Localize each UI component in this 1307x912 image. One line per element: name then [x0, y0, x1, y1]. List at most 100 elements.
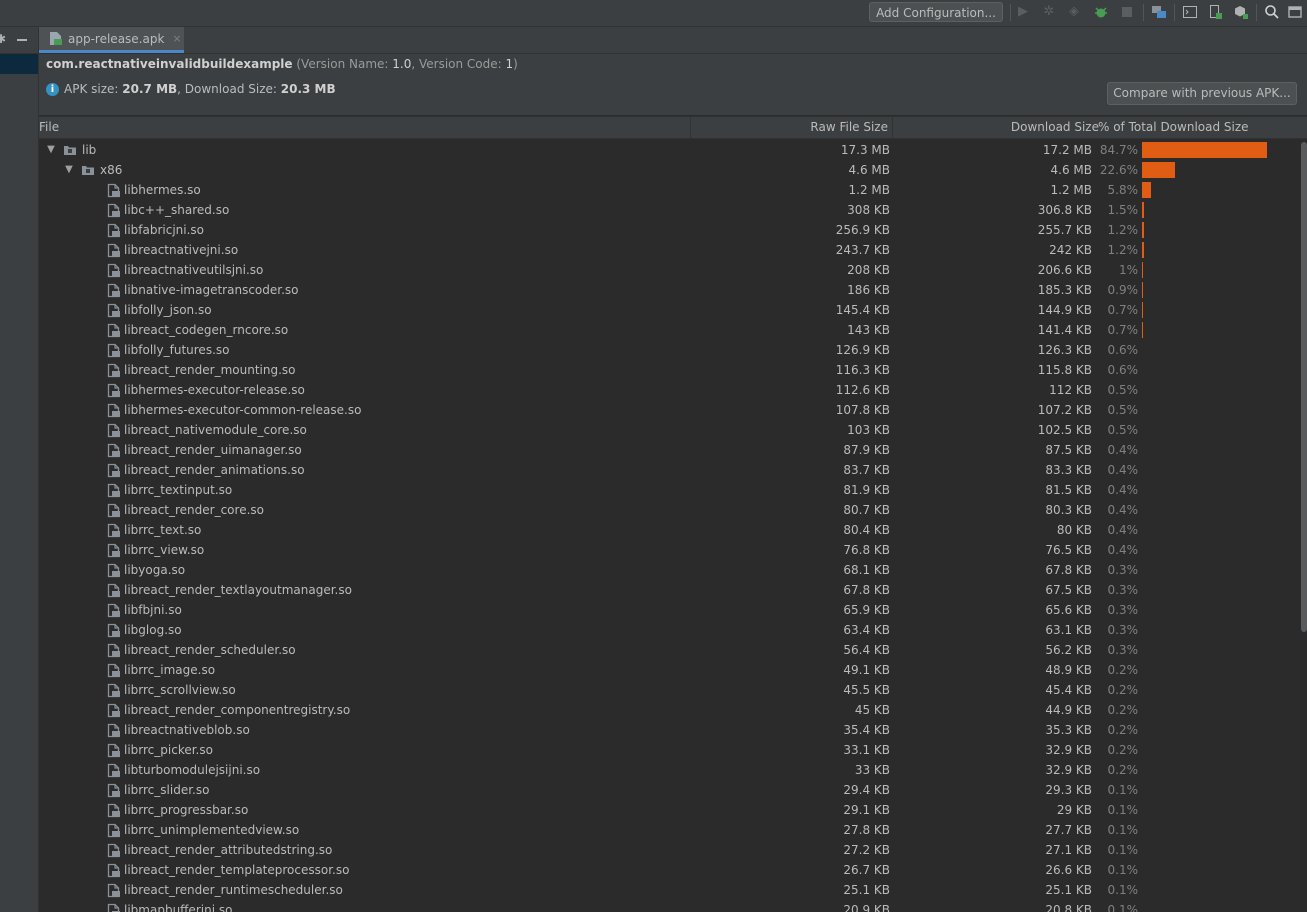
file-name: librrc_progressbar.so [124, 803, 249, 817]
raw-file-size: 33 KB [854, 763, 890, 777]
settings-icon[interactable] [1287, 4, 1303, 20]
library-file-icon [107, 303, 121, 318]
tree-file-row[interactable]: libreact_render_templateprocessor.so 26.7… [39, 860, 1301, 880]
tree-file-row[interactable]: libreact_render_animations.so 83.7 KB 83.3… [39, 460, 1301, 480]
download-percent: 0.5% [1107, 423, 1139, 437]
tree-file-row[interactable]: libc++_shared.so 308 KB 306.8 KB 1.5% [39, 200, 1301, 220]
tree-file-row[interactable]: libfolly_futures.so 126.9 KB 126.3 KB 0.6% [39, 340, 1301, 360]
download-size: 20.8 KB [1045, 903, 1092, 912]
raw-file-size: 17.3 MB [840, 143, 890, 157]
tree-file-row[interactable]: libreact_render_mounting.so 116.3 KB 115.8… [39, 360, 1301, 380]
tree-file-row[interactable]: libreact_nativemodule_core.so 103 KB 102.5… [39, 420, 1301, 440]
tree-file-row[interactable]: libhermes-executor-common-release.so 107.… [39, 400, 1301, 420]
tree-file-row[interactable]: libreact_render_core.so 80.7 KB 80.3 KB 0.4… [39, 500, 1301, 520]
tree-file-row[interactable]: libreactnativeutilsjni.so 208 KB 206.6 KB 1… [39, 260, 1301, 280]
tree-file-row[interactable]: libfolly_json.so 145.4 KB 144.9 KB 0.7% [39, 300, 1301, 320]
tree-file-row[interactable]: libreact_render_runtimescheduler.so 25.1 … [39, 880, 1301, 900]
file-name: libreact_render_uimanager.so [124, 443, 302, 457]
tree-file-row[interactable]: libreact_render_scheduler.so 56.4 KB 56.2 … [39, 640, 1301, 660]
coverage-icon[interactable]: ◈ [1066, 4, 1082, 20]
sdk-manager-icon[interactable] [1233, 4, 1249, 20]
run-icon[interactable]: ▶ [1015, 4, 1031, 20]
toolbar-separator [1256, 4, 1257, 21]
debug-icon[interactable]: ✲ [1041, 4, 1057, 20]
column-header-file[interactable]: File [39, 117, 59, 138]
tree-file-row[interactable]: librrc_picker.so 33.1 KB 32.9 KB 0.2% [39, 740, 1301, 760]
column-header-raw-size[interactable]: Raw File Size [690, 117, 892, 138]
compare-with-previous-apk-button[interactable]: Compare with previous APK... [1107, 82, 1297, 105]
tree-file-row[interactable]: libreact_codegen_rncore.so 143 KB 141.4 KB… [39, 320, 1301, 340]
download-percent: 22.6% [1099, 163, 1138, 177]
download-percent: 0.1% [1107, 783, 1139, 797]
file-name: libyoga.so [124, 563, 186, 577]
library-file-icon [107, 803, 121, 818]
tree-file-row[interactable]: libreact_render_attributedstring.so 27.2 … [39, 840, 1301, 860]
tree-file-row[interactable]: librrc_scrollview.so 45.5 KB 45.4 KB 0.2% [39, 680, 1301, 700]
tree-file-row[interactable]: libmapbufferjni.so 20.9 KB 20.8 KB 0.1% [39, 900, 1301, 912]
file-name: librrc_scrollview.so [124, 683, 236, 697]
library-file-icon [107, 623, 121, 638]
toolbar-separator [1143, 4, 1144, 21]
download-size-label: , Download Size: [177, 82, 277, 96]
tree-file-row[interactable]: libturbomodulejsijni.so 33 KB 32.9 KB 0.2% [39, 760, 1301, 780]
file-name: libglog.so [124, 623, 182, 637]
library-file-icon [107, 703, 121, 718]
file-name: libreact_codegen_rncore.so [124, 323, 289, 337]
close-icon[interactable]: × [172, 32, 181, 45]
download-size: 27.7 KB [1045, 823, 1092, 837]
tree-folder-row[interactable]: ▼ lib 17.3 MB 17.2 MB 84.7% [39, 140, 1301, 160]
download-size: 1.2 MB [1050, 183, 1092, 197]
tree-file-row[interactable]: libfabricjni.so 256.9 KB 255.7 KB 1.2% [39, 220, 1301, 240]
tree-file-row[interactable]: libyoga.so 68.1 KB 67.8 KB 0.3% [39, 560, 1301, 580]
minimize-icon[interactable] [17, 39, 27, 41]
download-size: 107.2 KB [1037, 403, 1092, 417]
library-file-icon [107, 403, 121, 418]
tree-folder-row[interactable]: ▼ x86 4.6 MB 4.6 MB 22.6% [39, 160, 1301, 180]
device-manager-icon[interactable] [1207, 4, 1223, 20]
tree-file-row[interactable]: libnative-imagetranscoder.so 186 KB 185.3 … [39, 280, 1301, 300]
add-configuration-button[interactable]: Add Configuration... [869, 2, 1003, 22]
profiler-icon[interactable] [1093, 4, 1109, 20]
download-percent: 0.6% [1107, 343, 1139, 357]
column-header-download-size[interactable]: Download Size [892, 117, 1099, 138]
tree-file-row[interactable]: libreactnativeblob.so 35.4 KB 35.3 KB 0.2% [39, 720, 1301, 740]
project-structure-icon[interactable] [1151, 4, 1167, 20]
library-file-icon [107, 783, 121, 798]
tree-file-row[interactable]: librrc_text.so 80.4 KB 80 KB 0.4% [39, 520, 1301, 540]
search-icon[interactable] [1264, 4, 1280, 20]
library-file-icon [107, 583, 121, 598]
gutter-selected-item[interactable] [0, 54, 38, 74]
tree-file-row[interactable]: librrc_image.so 49.1 KB 48.9 KB 0.2% [39, 660, 1301, 680]
tree-file-row[interactable]: libreact_render_textlayoutmanager.so 67.8… [39, 580, 1301, 600]
tree-file-row[interactable]: libreact_render_componentregistry.so 45 K… [39, 700, 1301, 720]
download-percent: 1.2% [1107, 243, 1139, 257]
tree-file-row[interactable]: libfbjni.so 65.9 KB 65.6 KB 0.3% [39, 600, 1301, 620]
stop-icon[interactable] [1119, 4, 1135, 20]
tree-file-row[interactable]: libhermes-executor-release.so 112.6 KB 112… [39, 380, 1301, 400]
expand-arrow-icon[interactable]: ▼ [63, 160, 75, 180]
tree-file-row[interactable]: librrc_unimplementedview.so 27.8 KB 27.7 K… [39, 820, 1301, 840]
gear-icon[interactable]: ✱ [0, 32, 6, 46]
tree-file-row[interactable]: librrc_progressbar.so 29.1 KB 29 KB 0.1% [39, 800, 1301, 820]
download-percent: 0.7% [1107, 323, 1139, 337]
tree-file-row[interactable]: libreactnativejni.so 243.7 KB 242 KB 1.2% [39, 240, 1301, 260]
tree-file-row[interactable]: libreact_render_uimanager.so 87.9 KB 87.5 … [39, 440, 1301, 460]
vertical-scrollbar-thumb[interactable] [1301, 142, 1307, 632]
download-size: 45.4 KB [1045, 683, 1092, 697]
version-code-label: , Version Code: [411, 57, 506, 71]
percent-bar [1142, 202, 1144, 218]
tab-app-release-apk[interactable]: app-release.apk × [39, 27, 184, 53]
tree-file-row[interactable]: librrc_textinput.so 81.9 KB 81.5 KB 0.4% [39, 480, 1301, 500]
tree-file-row[interactable]: libhermes.so 1.2 MB 1.2 MB 5.8% [39, 180, 1301, 200]
download-percent: 0.4% [1107, 443, 1139, 457]
tree-file-row[interactable]: libglog.so 63.4 KB 63.1 KB 0.3% [39, 620, 1301, 640]
download-percent: 1.5% [1107, 203, 1139, 217]
tree-file-row[interactable]: librrc_slider.so 29.4 KB 29.3 KB 0.1% [39, 780, 1301, 800]
download-percent: 0.1% [1107, 903, 1139, 912]
tree-file-row[interactable]: librrc_view.so 76.8 KB 76.5 KB 0.4% [39, 540, 1301, 560]
file-name: libreact_render_attributedstring.so [124, 843, 333, 857]
expand-arrow-icon[interactable]: ▼ [45, 140, 57, 160]
terminal-icon[interactable] [1182, 4, 1198, 20]
column-header-percent[interactable]: % of Total Download Size [1098, 117, 1249, 138]
file-name: lib [82, 143, 97, 157]
